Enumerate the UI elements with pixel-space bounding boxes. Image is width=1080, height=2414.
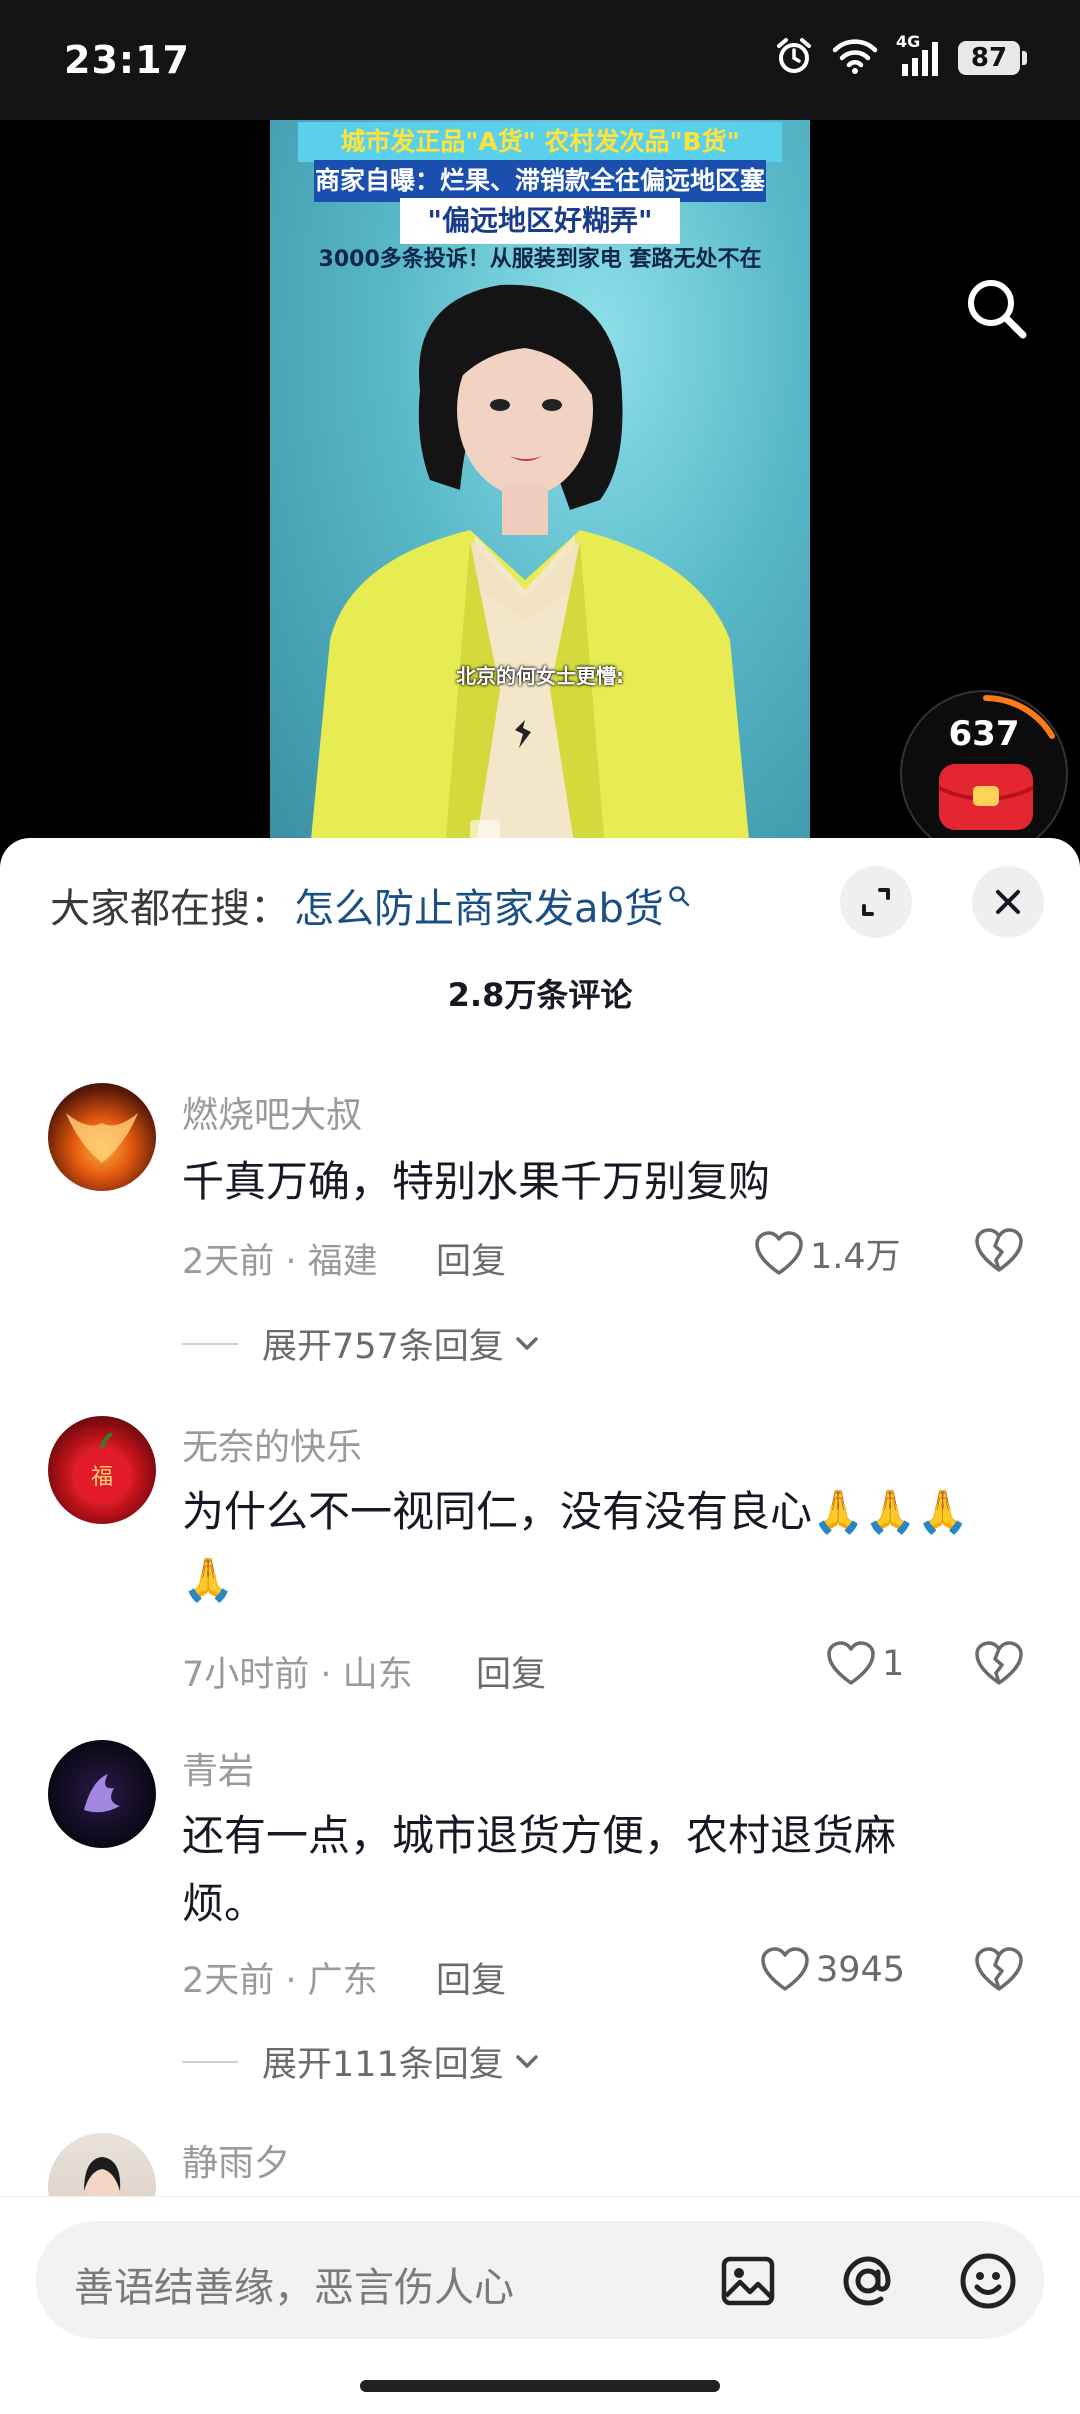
video-search-button[interactable]	[960, 272, 1032, 344]
like-count: 1.4万	[810, 1237, 901, 1277]
close-panel-button[interactable]	[972, 866, 1044, 938]
like-button[interactable]: 3945	[760, 1947, 905, 1993]
comment-meta: 7小时前 · 山东	[182, 1655, 413, 1695]
divider	[182, 2060, 238, 2063]
expand-replies-label: 展开111条回复	[262, 2045, 504, 2085]
comment-input[interactable]: 善语结善缘，恶言伤人心	[36, 2221, 1044, 2339]
red-packet-widget[interactable]: 637	[900, 690, 1068, 858]
search-suggestion-query[interactable]: 怎么防止商家发ab货	[294, 876, 664, 934]
home-indicator[interactable]	[360, 2380, 720, 2392]
expand-replies-label: 展开757条回复	[262, 1327, 504, 1367]
apple-avatar-image: 福	[72, 1432, 132, 1504]
divider	[182, 1342, 238, 1345]
comment-meta: 2天前 · 福建	[182, 1242, 378, 1282]
reply-button[interactable]: 回复	[436, 1233, 506, 1284]
svg-text:福: 福	[91, 1465, 113, 1490]
phoenix-avatar-image	[66, 1113, 138, 1163]
emoji-icon	[960, 2253, 1016, 2309]
signal-icon: 4G	[896, 32, 940, 78]
expand-replies[interactable]: 展开111条回复	[182, 2036, 544, 2087]
broken-heart-icon	[975, 1947, 1023, 1991]
comment-panel: 大家都在搜： 怎么防止商家发ab货 2.8万条评论 燃烧吧大叔 千真万确，特别水…	[0, 838, 1080, 2414]
search-suggestion[interactable]: 大家都在搜： 怎么防止商家发ab货	[50, 876, 690, 934]
close-icon	[996, 890, 1020, 914]
avatar[interactable]	[48, 1083, 156, 1191]
at-icon	[843, 2256, 891, 2306]
comment-text[interactable]: 还有一点，城市退货方便，农村退货麻烦。	[182, 1802, 962, 1938]
expand-replies[interactable]: 展开757条回复	[182, 1318, 544, 1369]
heart-icon	[755, 1230, 803, 1275]
expand-icon	[862, 888, 890, 916]
heart-icon	[827, 1641, 875, 1685]
comment-input-placeholder: 善语结善缘，恶言伤人心	[74, 2265, 514, 2311]
avatar[interactable]: 福	[48, 1416, 156, 1524]
battery-indicator: 87	[958, 41, 1027, 75]
comment-count: 2.8万条评论	[447, 976, 633, 1014]
alarm-icon	[774, 36, 814, 80]
dislike-button[interactable]	[974, 1641, 1024, 1691]
video-player[interactable]: 城市发正品"A货" 农村发次品"B货" 商家自曝：烂果、滞销款全往偏远地区塞 "…	[0, 120, 1080, 858]
search-icon	[968, 280, 1027, 339]
wifi-icon	[832, 37, 878, 79]
mention-button[interactable]	[836, 2249, 900, 2313]
avatar[interactable]	[48, 1740, 156, 1848]
heart-icon	[761, 1947, 809, 1991]
status-bar: 23:17 4G 87	[0, 0, 1080, 120]
image-button[interactable]	[716, 2249, 780, 2313]
video-headline-1: 城市发正品"A货" 农村发次品"B货"	[298, 122, 782, 162]
reply-button[interactable]: 回复	[476, 1646, 546, 1697]
comment-username[interactable]: 青岩	[182, 1742, 254, 1794]
comment-text[interactable]: 千真万确，特别水果千万别复购	[182, 1148, 1002, 1216]
red-packet-count: 637	[948, 714, 1020, 754]
video-headline-3: "偏远地区好糊弄"	[400, 198, 680, 244]
search-icon	[669, 886, 690, 907]
comment-username[interactable]: 无奈的快乐	[182, 1418, 362, 1470]
like-button[interactable]: 1.4万	[754, 1228, 901, 1279]
like-count: 3945	[816, 1950, 906, 1990]
search-suggestion-prefix: 大家都在搜：	[50, 886, 290, 932]
expand-panel-button[interactable]	[840, 866, 912, 938]
chevron-down-icon	[516, 2054, 538, 2068]
broken-heart-icon	[975, 1228, 1023, 1272]
comment-username[interactable]: 静雨夕	[182, 2134, 290, 2186]
status-icons: 4G 87	[774, 32, 1027, 80]
like-count: 1	[882, 1644, 905, 1684]
status-time: 23:17	[64, 38, 190, 82]
dislike-button[interactable]	[974, 1228, 1024, 1278]
purple-emblem-avatar-image	[84, 1774, 120, 1813]
red-packet-icon	[938, 764, 1034, 830]
broken-heart-icon	[975, 1641, 1023, 1685]
emoji-button[interactable]	[956, 2249, 1020, 2313]
chevron-down-icon	[516, 1336, 538, 1350]
dislike-button[interactable]	[974, 1947, 1024, 1997]
image-icon	[721, 2256, 775, 2306]
video-subtitle: 北京的何女士更懵:	[456, 664, 624, 688]
video-frame[interactable]: 城市发正品"A货" 农村发次品"B货" 商家自曝：烂果、滞销款全往偏远地区塞 "…	[270, 120, 810, 850]
comment-username[interactable]: 燃烧吧大叔	[182, 1086, 362, 1138]
like-button[interactable]: 1	[826, 1641, 904, 1687]
presenter-image	[310, 284, 750, 850]
comment-text[interactable]: 为什么不一视同仁，没有没有良心🙏🙏🙏🙏	[182, 1478, 982, 1614]
reply-button[interactable]: 回复	[436, 1952, 506, 2003]
video-headline-2: 商家自曝：烂果、滞销款全往偏远地区塞	[314, 160, 766, 202]
comment-meta: 2天前 · 广东	[182, 1961, 378, 2001]
